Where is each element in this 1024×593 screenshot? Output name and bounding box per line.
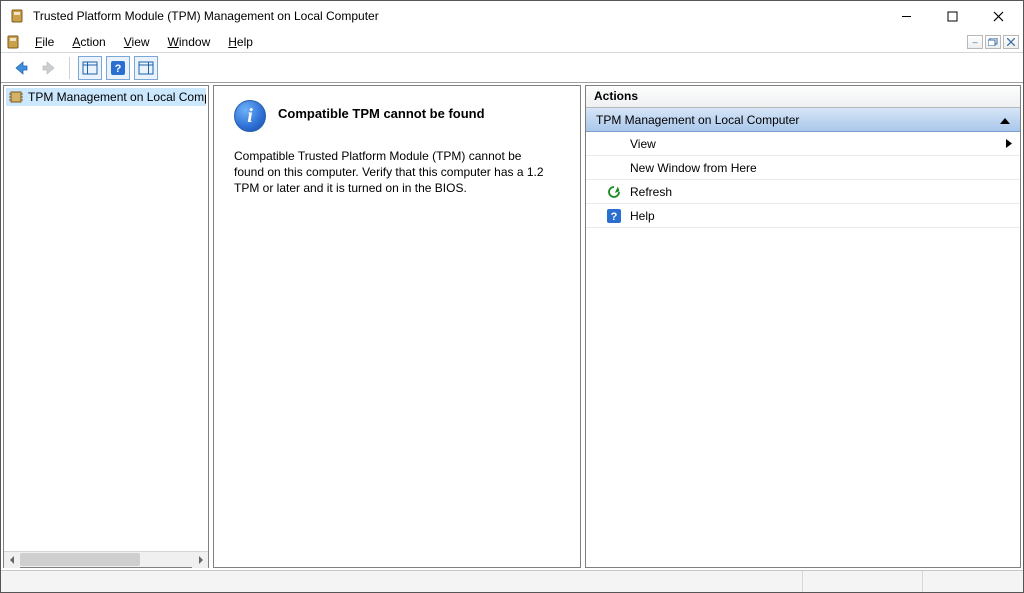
actions-group-header[interactable]: TPM Management on Local Computer <box>586 108 1020 132</box>
svg-text:?: ? <box>115 63 122 75</box>
tree-item-label: TPM Management on Local Comp <box>28 90 206 104</box>
action-new-window-label: New Window from Here <box>630 161 757 175</box>
actions-header: Actions <box>586 86 1020 108</box>
maximize-button[interactable] <box>929 2 975 30</box>
tree-panel: TPM Management on Local Comp <box>3 85 209 568</box>
window-controls <box>883 2 1021 30</box>
close-button[interactable] <box>975 2 1021 30</box>
status-cell-2 <box>803 571 923 592</box>
content-body: Compatible Trusted Platform Module (TPM)… <box>234 148 544 197</box>
show-hide-action-pane-button[interactable] <box>134 56 158 80</box>
statusbar <box>1 570 1023 592</box>
status-cell-1 <box>1 571 803 592</box>
window-title: Trusted Platform Module (TPM) Management… <box>33 9 883 23</box>
help-toolbar-button[interactable]: ? <box>106 56 130 80</box>
tree-item-tpm-management[interactable]: TPM Management on Local Comp <box>6 88 206 106</box>
menu-window[interactable]: Window <box>160 33 219 51</box>
minimize-button[interactable] <box>883 2 929 30</box>
back-button[interactable] <box>9 56 33 80</box>
action-view-label: View <box>630 137 656 151</box>
menu-file[interactable]: File <box>27 33 62 51</box>
horizontal-scrollbar[interactable] <box>4 551 208 567</box>
menu-action[interactable]: Action <box>64 33 113 51</box>
scroll-thumb[interactable] <box>20 553 140 566</box>
tpm-chip-icon <box>8 89 24 105</box>
refresh-icon <box>606 184 622 200</box>
action-refresh[interactable]: Refresh <box>586 180 1020 204</box>
toolbar-separator <box>69 57 70 79</box>
app-icon <box>9 8 25 24</box>
show-hide-tree-button[interactable] <box>78 56 102 80</box>
menu-view[interactable]: View <box>116 33 158 51</box>
document-icon <box>5 34 21 50</box>
status-cell-3 <box>923 571 1023 592</box>
svg-text:?: ? <box>611 211 618 223</box>
action-help-label: Help <box>630 209 655 223</box>
actions-panel: Actions TPM Management on Local Computer… <box>585 85 1021 568</box>
action-new-window[interactable]: New Window from Here <box>586 156 1020 180</box>
content-panel: i Compatible TPM cannot be found Compati… <box>213 85 581 568</box>
mdi-controls: – <box>967 35 1023 49</box>
mdi-minimize-button[interactable]: – <box>967 35 983 49</box>
collapse-icon <box>1000 113 1010 127</box>
tree-body: TPM Management on Local Comp <box>4 86 208 551</box>
chevron-right-icon <box>1006 137 1012 151</box>
info-icon: i <box>234 100 266 132</box>
menubar: File Action View Window Help – <box>1 31 1023 53</box>
menu-help[interactable]: Help <box>220 33 261 51</box>
action-help[interactable]: ? Help <box>586 204 1020 228</box>
scroll-right-button[interactable] <box>192 552 208 568</box>
action-view[interactable]: View <box>586 132 1020 156</box>
titlebar: Trusted Platform Module (TPM) Management… <box>1 1 1023 31</box>
forward-button[interactable] <box>37 56 61 80</box>
scroll-track[interactable] <box>20 552 192 567</box>
mdi-close-button[interactable] <box>1003 35 1019 49</box>
content-header: i Compatible TPM cannot be found <box>234 100 560 132</box>
help-icon: ? <box>606 208 622 224</box>
content-title: Compatible TPM cannot be found <box>278 106 485 121</box>
mdi-restore-button[interactable] <box>985 35 1001 49</box>
action-refresh-label: Refresh <box>630 185 672 199</box>
toolbar: ? <box>1 53 1023 83</box>
scroll-left-button[interactable] <box>4 552 20 568</box>
actions-group-title: TPM Management on Local Computer <box>596 113 799 127</box>
workspace: TPM Management on Local Comp i Compatibl… <box>1 83 1023 570</box>
